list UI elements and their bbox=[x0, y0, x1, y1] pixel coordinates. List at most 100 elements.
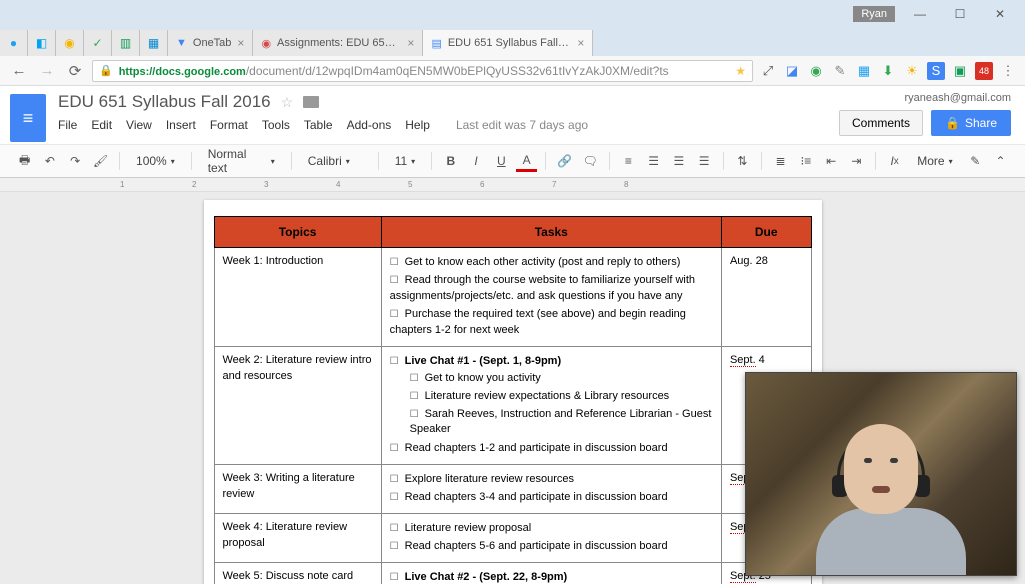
lock-icon: 🔒 bbox=[99, 64, 113, 77]
pinned-tab[interactable]: ◉ bbox=[56, 30, 84, 56]
menu-help[interactable]: Help bbox=[405, 118, 430, 132]
share-button[interactable]: 🔒Share bbox=[931, 110, 1011, 136]
folder-icon[interactable] bbox=[303, 96, 319, 108]
close-icon[interactable]: × bbox=[577, 36, 584, 50]
close-icon[interactable]: × bbox=[407, 36, 414, 50]
presenter-figure bbox=[816, 424, 946, 576]
menu-table[interactable]: Table bbox=[304, 118, 333, 132]
font-select[interactable]: Calibri▾ bbox=[300, 151, 370, 171]
docs-toolbar: 🖶 ↶ ↷ 🖌 100%▾ Normal text▾ Calibri▾ 11▾ … bbox=[0, 144, 1025, 178]
pinned-tab[interactable]: ▦ bbox=[140, 30, 168, 56]
menu-format[interactable]: Format bbox=[210, 118, 248, 132]
editing-mode-icon[interactable]: ✎ bbox=[965, 150, 986, 172]
menu-insert[interactable]: Insert bbox=[166, 118, 196, 132]
canvas-icon: ◉ bbox=[261, 37, 271, 50]
docs-header: ≡ EDU 651 Syllabus Fall 2016 ☆ File Edit… bbox=[0, 86, 1025, 144]
document-page[interactable]: Topics Tasks Due Week 1: IntroductionGet… bbox=[204, 200, 822, 584]
ext-icon[interactable]: ☀ bbox=[903, 62, 921, 80]
ext-icon[interactable]: ◪ bbox=[783, 62, 801, 80]
paint-format-icon[interactable]: 🖌 bbox=[90, 150, 111, 172]
chrome-menu-icon[interactable]: ⋮ bbox=[999, 62, 1017, 80]
window-minimize-button[interactable]: — bbox=[900, 4, 940, 24]
schedule-table: Topics Tasks Due Week 1: IntroductionGet… bbox=[214, 216, 812, 584]
menu-tools[interactable]: Tools bbox=[262, 118, 290, 132]
close-icon[interactable]: × bbox=[237, 36, 244, 50]
text-color-icon[interactable]: A bbox=[516, 150, 537, 172]
line-spacing-icon[interactable]: ⇅ bbox=[732, 150, 753, 172]
star-icon[interactable]: ☆ bbox=[281, 94, 294, 111]
cell-topic: Week 1: Introduction bbox=[214, 248, 381, 347]
underline-icon[interactable]: U bbox=[491, 150, 512, 172]
ext-icon[interactable]: 48 bbox=[975, 62, 993, 80]
menu-edit[interactable]: Edit bbox=[91, 118, 112, 132]
ext-icon[interactable]: ◉ bbox=[807, 62, 825, 80]
align-left-icon[interactable]: ≡ bbox=[618, 150, 639, 172]
collapse-icon[interactable]: ⌃ bbox=[990, 150, 1011, 172]
align-justify-icon[interactable]: ☰ bbox=[693, 150, 714, 172]
ext-icon[interactable]: ⬇ bbox=[879, 62, 897, 80]
window-maximize-button[interactable]: ☐ bbox=[940, 4, 980, 24]
bulleted-list-icon[interactable]: ⁝≡ bbox=[795, 150, 816, 172]
decrease-indent-icon[interactable]: ⇤ bbox=[820, 150, 841, 172]
table-row: Week 1: IntroductionGet to know each oth… bbox=[214, 248, 811, 347]
docs-logo-icon[interactable]: ≡ bbox=[10, 94, 46, 142]
more-button[interactable]: More▾ bbox=[909, 151, 960, 171]
redo-icon[interactable]: ↷ bbox=[65, 150, 86, 172]
last-edit-text: Last edit was 7 days ago bbox=[456, 118, 588, 132]
window-user-badge: Ryan bbox=[853, 6, 895, 22]
ext-icon[interactable]: ⤢ bbox=[759, 62, 777, 80]
browser-tab-active[interactable]: ▤ EDU 651 Syllabus Fall 201 × bbox=[423, 30, 593, 56]
forward-button[interactable]: → bbox=[36, 60, 58, 82]
style-select[interactable]: Normal text▾ bbox=[200, 144, 283, 178]
ext-icon[interactable]: S bbox=[927, 62, 945, 80]
pinned-tab[interactable]: ● bbox=[0, 30, 28, 56]
pinned-tab[interactable]: ✓ bbox=[84, 30, 112, 56]
comment-icon[interactable]: 🗨 bbox=[579, 150, 600, 172]
cell-topic: Week 2: Literature review intro and reso… bbox=[214, 346, 381, 465]
window-close-button[interactable]: ✕ bbox=[980, 4, 1020, 24]
tab-label: EDU 651 Syllabus Fall 201 bbox=[448, 37, 572, 49]
fontsize-select[interactable]: 11▾ bbox=[387, 151, 423, 171]
cell-tasks: Live Chat #1 - (Sept. 1, 8-9pm)Get to kn… bbox=[381, 346, 721, 465]
ruler[interactable]: 12345678 bbox=[0, 178, 1025, 192]
webcam-overlay bbox=[745, 372, 1017, 576]
header-due: Due bbox=[721, 217, 811, 248]
numbered-list-icon[interactable]: ≣ bbox=[770, 150, 791, 172]
reload-button[interactable]: ⟳ bbox=[64, 60, 86, 82]
menu-view[interactable]: View bbox=[126, 118, 152, 132]
pinned-tab[interactable]: ◧ bbox=[28, 30, 56, 56]
italic-icon[interactable]: I bbox=[465, 150, 486, 172]
cell-tasks: Explore literature review resourcesRead … bbox=[381, 465, 721, 514]
user-email[interactable]: ryaneash@gmail.com bbox=[904, 92, 1011, 104]
clear-format-icon[interactable]: Ix bbox=[884, 150, 905, 172]
comments-button[interactable]: Comments bbox=[839, 110, 923, 136]
align-center-icon[interactable]: ☰ bbox=[643, 150, 664, 172]
cell-topic: Week 3: Writing a literature review bbox=[214, 465, 381, 514]
zoom-select[interactable]: 100%▾ bbox=[128, 151, 183, 171]
bold-icon[interactable]: B bbox=[440, 150, 461, 172]
url-bar[interactable]: 🔒 https://docs.google.com/document/d/12w… bbox=[92, 60, 753, 82]
align-right-icon[interactable]: ☰ bbox=[668, 150, 689, 172]
browser-tab[interactable]: ▼ OneTab × bbox=[168, 30, 253, 56]
increase-indent-icon[interactable]: ⇥ bbox=[846, 150, 867, 172]
undo-icon[interactable]: ↶ bbox=[39, 150, 60, 172]
ext-icon[interactable]: ✎ bbox=[831, 62, 849, 80]
browser-tabstrip: ● ◧ ◉ ✓ ▥ ▦ ▼ OneTab × ◉ Assignments: ED… bbox=[0, 28, 1025, 56]
bookmark-star-icon[interactable]: ★ bbox=[735, 64, 746, 78]
browser-tab[interactable]: ◉ Assignments: EDU 651.70 × bbox=[253, 30, 423, 56]
docs-icon: ▤ bbox=[431, 37, 441, 50]
cell-topic: Week 4: Literature review proposal bbox=[214, 514, 381, 563]
link-icon[interactable]: 🔗 bbox=[554, 150, 575, 172]
ext-icon[interactable]: ▦ bbox=[855, 62, 873, 80]
print-icon[interactable]: 🖶 bbox=[14, 150, 35, 172]
table-row: Week 2: Literature review intro and reso… bbox=[214, 346, 811, 465]
menu-file[interactable]: File bbox=[58, 118, 77, 132]
url-text: https://docs.google.com/document/d/12wpq… bbox=[119, 64, 669, 78]
ext-icon[interactable]: ▣ bbox=[951, 62, 969, 80]
pinned-tab[interactable]: ▥ bbox=[112, 30, 140, 56]
back-button[interactable]: ← bbox=[8, 60, 30, 82]
cell-tasks: Live Chat #2 - (Sept. 22, 8-9pm)Clarify … bbox=[381, 563, 721, 584]
doc-title[interactable]: EDU 651 Syllabus Fall 2016 bbox=[58, 92, 271, 112]
menu-addons[interactable]: Add-ons bbox=[347, 118, 392, 132]
window-titlebar: Ryan — ☐ ✕ bbox=[0, 0, 1025, 28]
